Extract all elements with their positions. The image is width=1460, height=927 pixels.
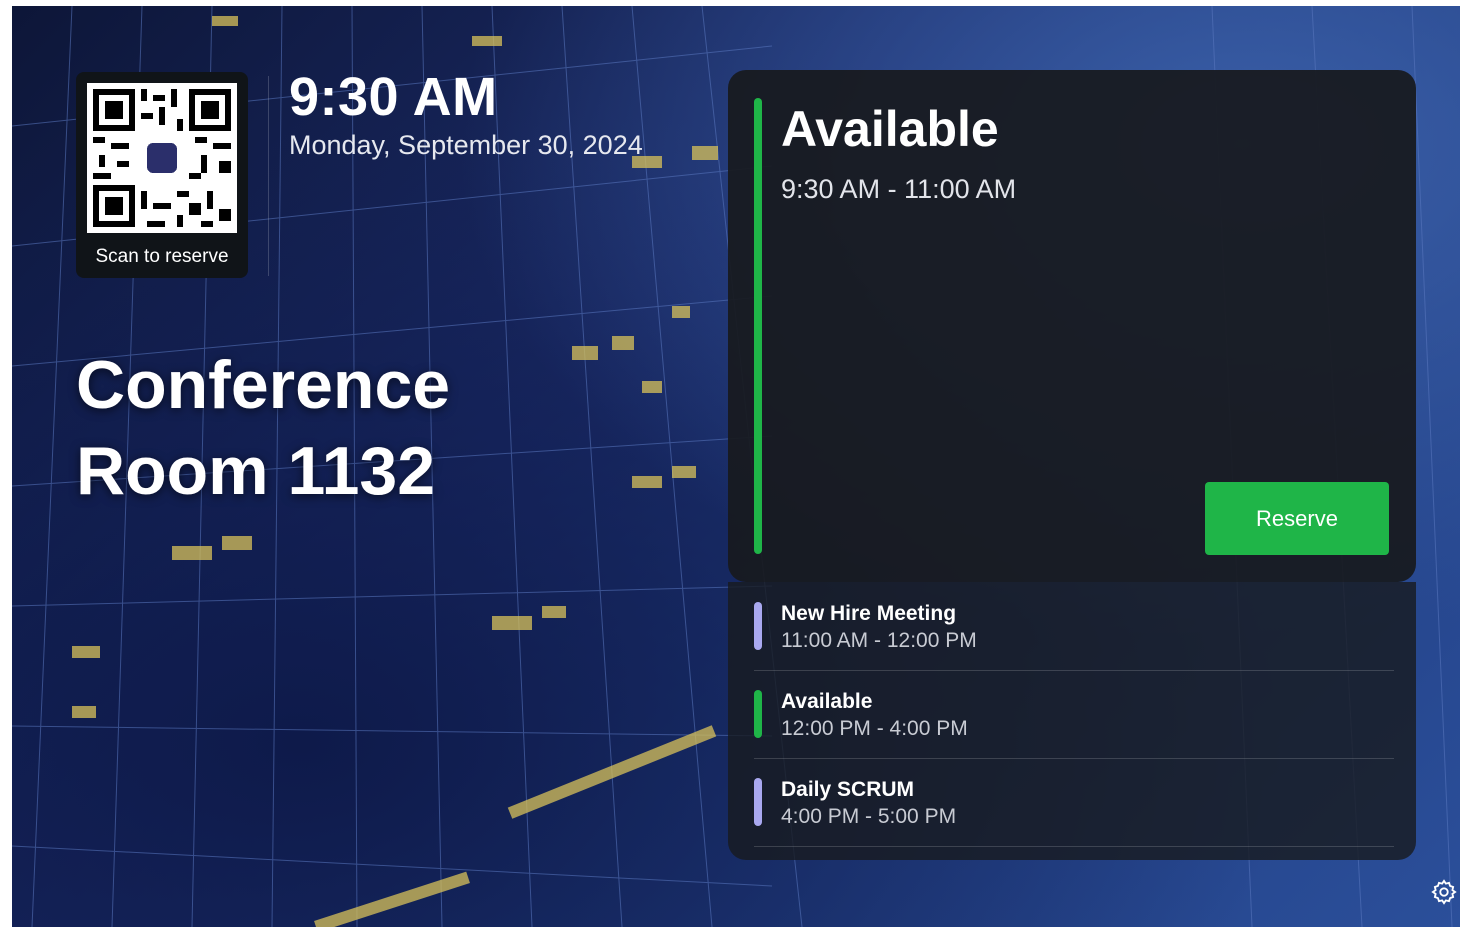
agenda-item-time: 11:00 AM - 12:00 PM (781, 629, 977, 652)
qr-scan-label: Scan to reserve (95, 246, 229, 267)
status-time-range: 9:30 AM - 11:00 AM (781, 174, 1017, 204)
room-name-line1: Conference (76, 347, 451, 423)
agenda-status-bar (754, 602, 762, 650)
agenda-item-time: 4:00 PM - 5:00 PM (781, 805, 957, 828)
current-date: Monday, September 30, 2024 (289, 130, 643, 160)
agenda-item-time: 12:00 PM - 4:00 PM (781, 717, 968, 740)
reserve-button[interactable]: Reserve (1205, 482, 1389, 555)
header-divider (268, 76, 269, 276)
room-name-line2: Room 1132 (76, 433, 436, 509)
room-name: Conference Room 1132 (76, 342, 450, 514)
agenda-status-bar (754, 778, 762, 826)
gear-icon[interactable] (1430, 878, 1458, 906)
current-time: 9:30 AM (289, 67, 498, 127)
room-display-screen: Scan to reserve 9:30 AM Monday, Septembe… (12, 6, 1460, 927)
qr-reserve-card: Scan to reserve (76, 72, 248, 278)
status-indicator-bar (754, 98, 762, 554)
agenda-item-title: New Hire Meeting (781, 602, 957, 625)
qr-code-image (87, 83, 237, 233)
agenda-list: New Hire Meeting 11:00 AM - 12:00 PM Ava… (728, 582, 1416, 860)
status-title: Available (781, 101, 999, 157)
current-status-panel: Available 9:30 AM - 11:00 AM Reserve (728, 70, 1416, 582)
agenda-status-bar (754, 690, 762, 738)
agenda-item-title: Daily SCRUM (781, 778, 915, 801)
agenda-item[interactable]: Daily SCRUM 4:00 PM - 5:00 PM (754, 758, 1394, 847)
agenda-item-title: Available (781, 690, 873, 713)
agenda-item[interactable]: Available 12:00 PM - 4:00 PM (754, 670, 1394, 759)
agenda-item[interactable]: New Hire Meeting 11:00 AM - 12:00 PM (754, 582, 1394, 671)
